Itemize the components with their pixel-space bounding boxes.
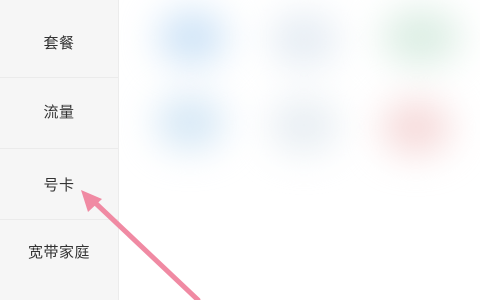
sidebar-item-label: 套餐 xyxy=(43,33,75,52)
blurred-content-area xyxy=(119,0,480,300)
sidebar-item-label: 流量 xyxy=(43,102,75,121)
blurred-tile xyxy=(157,10,227,65)
blurred-tile xyxy=(381,100,451,155)
blurred-tile xyxy=(381,8,461,66)
blurred-tile xyxy=(269,98,339,153)
sidebar-item-package[interactable]: 套餐 xyxy=(0,7,118,77)
blurred-tile xyxy=(269,12,339,67)
blurred-tile xyxy=(155,95,225,150)
app-screen: 套餐 流量 号卡 宽带家庭 xyxy=(0,0,480,300)
sidebar-item-broadband-home[interactable]: 宽带家庭 xyxy=(0,216,118,286)
category-sidebar: 套餐 流量 号卡 宽带家庭 xyxy=(0,0,119,300)
sidebar-item-sim-card[interactable]: 号卡 xyxy=(0,149,118,219)
sidebar-item-data[interactable]: 流量 xyxy=(0,76,118,146)
sidebar-item-label: 宽带家庭 xyxy=(27,242,90,261)
sidebar-item-label: 号卡 xyxy=(43,175,75,194)
